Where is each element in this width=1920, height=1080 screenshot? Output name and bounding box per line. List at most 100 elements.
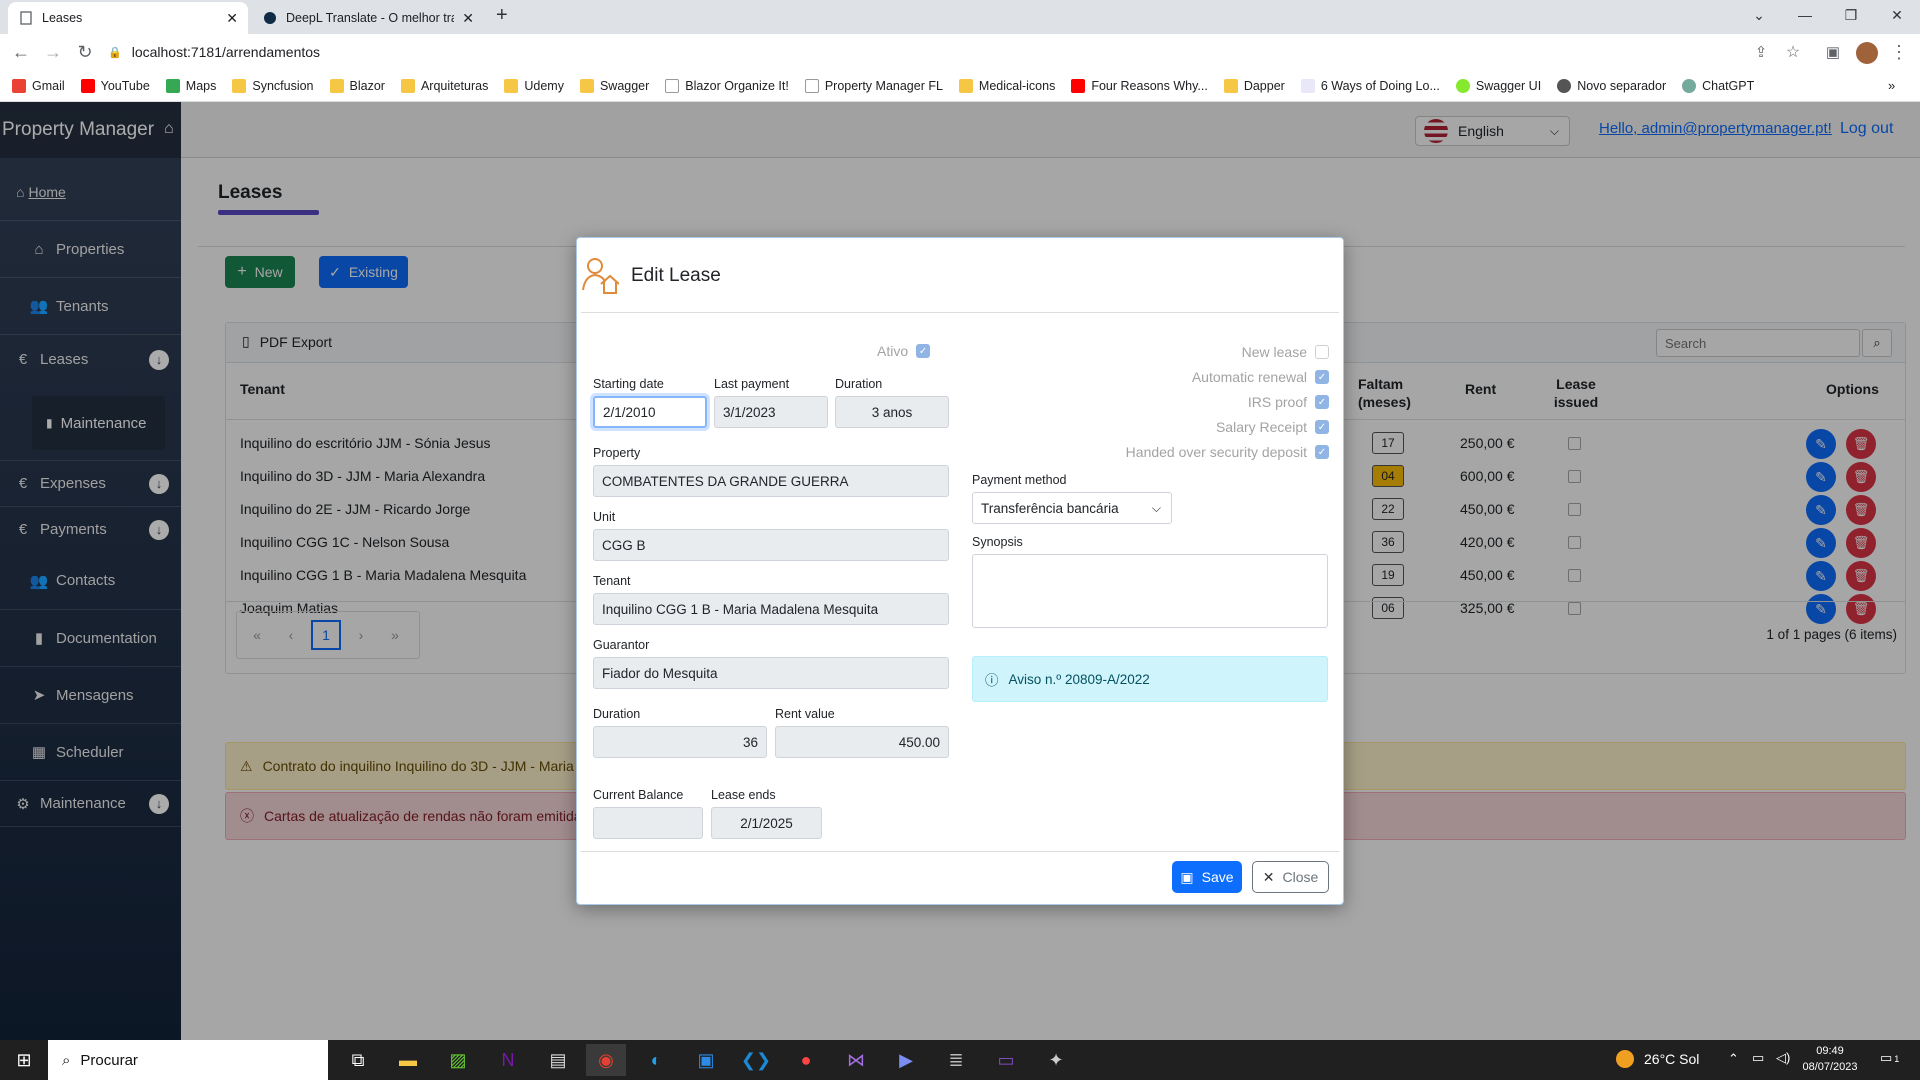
divider: [581, 312, 1339, 313]
bookmark-youtube[interactable]: YouTube: [80, 78, 150, 93]
check-icon: ✓: [1315, 445, 1329, 459]
bookmark-page[interactable]: 6 Ways of Doing Lo...: [1300, 78, 1440, 93]
bookmark-folder[interactable]: Blazor: [329, 78, 385, 93]
onenote-icon[interactable]: N: [488, 1044, 528, 1076]
property-input[interactable]: COMBATENTES DA GRANDE GUERRA: [593, 465, 949, 497]
profile-avatar[interactable]: [1856, 42, 1878, 64]
checkbox-box: [1315, 345, 1329, 359]
new-tab-button[interactable]: +: [496, 4, 508, 27]
starting-date-input[interactable]: 2/1/2010: [593, 396, 707, 428]
chrome-icon[interactable]: ◉: [586, 1044, 626, 1076]
minimize-icon[interactable]: —: [1782, 0, 1828, 30]
synopsis-textarea[interactable]: [972, 554, 1328, 628]
app-icon[interactable]: ●: [786, 1044, 826, 1076]
folder-icon: [504, 78, 519, 93]
duration-input[interactable]: 3 anos: [835, 396, 949, 428]
back-icon[interactable]: ←: [8, 40, 34, 64]
current-balance-label: Current Balance: [593, 788, 684, 802]
payment-method-select[interactable]: Transferência bancária ⌵: [972, 492, 1172, 524]
browser-tab-leases[interactable]: Leases ✕: [8, 2, 248, 34]
bookmark-maps[interactable]: Maps: [165, 78, 216, 93]
star-icon[interactable]: ☆: [1780, 40, 1806, 64]
close-icon[interactable]: ✕: [226, 10, 238, 27]
bookmark-swagger[interactable]: Swagger UI: [1455, 78, 1542, 93]
app-icon[interactable]: ▨: [438, 1044, 478, 1076]
lease-ends-label: Lease ends: [711, 788, 776, 802]
chrome-icon: [1557, 78, 1572, 93]
guarantor-input[interactable]: Fiador do Mesquita: [593, 657, 949, 689]
bookmark-youtube[interactable]: Four Reasons Why...: [1071, 78, 1208, 93]
app-icon[interactable]: ▶: [886, 1044, 926, 1076]
bookmark-folder[interactable]: Medical-icons: [958, 78, 1055, 93]
bookmark-label: Swagger UI: [1475, 78, 1542, 93]
last-payment-input[interactable]: 3/1/2023: [714, 396, 828, 428]
address-bar[interactable]: 🔒 localhost:7181/arrendamentos: [108, 38, 1808, 66]
more-bookmarks-icon[interactable]: »: [1888, 78, 1895, 93]
menu-icon[interactable]: ⋮: [1886, 40, 1912, 64]
page-icon: [18, 10, 34, 26]
duration-months-input[interactable]: 36: [593, 726, 767, 758]
button-label: Close: [1282, 869, 1319, 885]
close-button[interactable]: ✕ Close: [1252, 861, 1329, 893]
ativo-checkbox[interactable]: Ativo ✓: [877, 343, 931, 359]
weather-widget[interactable]: 26°C Sol: [1616, 1050, 1699, 1068]
chatgpt-icon: [1682, 78, 1697, 93]
taskbar-search[interactable]: ⌕ Procurar: [48, 1040, 328, 1080]
bookmark-label: YouTube: [100, 78, 150, 93]
bookmark-label: 6 Ways of Doing Lo...: [1320, 78, 1440, 93]
security-deposit-checkbox[interactable]: Handed over security deposit ✓: [1126, 443, 1329, 461]
bookmark-folder[interactable]: Arquiteturas: [400, 78, 488, 93]
sidepanel-icon[interactable]: ▣: [1820, 40, 1846, 64]
restore-icon[interactable]: ❐: [1828, 0, 1874, 30]
network-icon[interactable]: ▭: [1752, 1050, 1764, 1066]
checkbox-label: Salary Receipt: [1215, 419, 1307, 435]
bookmark-folder[interactable]: Swagger: [579, 78, 649, 93]
lease-flags: New lease Automatic renewal ✓ IRS proof ✓ …: [1126, 343, 1329, 461]
current-balance-input[interactable]: [593, 807, 703, 839]
notifications-icon[interactable]: ▭ 1: [1880, 1050, 1899, 1066]
automatic-renewal-checkbox[interactable]: Automatic renewal ✓: [1192, 368, 1329, 386]
edge-icon[interactable]: ◐: [636, 1044, 676, 1076]
tab-search-icon[interactable]: ⌄: [1736, 0, 1782, 30]
store-icon[interactable]: ▣: [686, 1044, 726, 1076]
bookmark-page[interactable]: Property Manager FL: [804, 78, 943, 93]
clock[interactable]: 09:49 08/07/2023: [1800, 1043, 1860, 1075]
lease-ends-input[interactable]: 2/1/2025: [711, 807, 822, 839]
window-close-icon[interactable]: ✕: [1874, 0, 1920, 30]
forward-icon[interactable]: →: [40, 40, 66, 64]
bookmark-gmail[interactable]: Gmail: [12, 78, 65, 93]
task-view-icon[interactable]: ⧉: [338, 1044, 378, 1076]
bookmark-page[interactable]: Blazor Organize It!: [665, 78, 789, 93]
file-explorer-icon[interactable]: ▬: [388, 1044, 428, 1076]
rent-value-input[interactable]: 450.00: [775, 726, 949, 758]
bookmark-folder[interactable]: Syncfusion: [232, 78, 314, 93]
bookmark-chatgpt[interactable]: ChatGPT: [1682, 78, 1754, 93]
unit-input[interactable]: CGG B: [593, 529, 949, 561]
tray-expand-icon[interactable]: ⌃: [1728, 1051, 1739, 1067]
vscode-icon[interactable]: ❮❯: [736, 1044, 776, 1076]
irs-proof-checkbox[interactable]: IRS proof ✓: [1248, 393, 1329, 411]
app-icon[interactable]: ▤: [538, 1044, 578, 1076]
close-icon[interactable]: ✕: [462, 10, 474, 27]
app-icon[interactable]: ✦: [1036, 1044, 1076, 1076]
page-icon: [804, 78, 819, 93]
windows-start-icon[interactable]: ⊞: [4, 1044, 44, 1076]
clock-time: 09:49: [1816, 1045, 1844, 1057]
new-lease-checkbox[interactable]: New lease: [1242, 343, 1329, 361]
bookmark-folder[interactable]: Udemy: [504, 78, 564, 93]
database-icon[interactable]: ≣: [936, 1044, 976, 1076]
browser-tab-deepl[interactable]: DeepL Translate - O melhor tradutor ✕: [252, 2, 484, 34]
volume-icon[interactable]: ◁): [1776, 1050, 1790, 1066]
save-button[interactable]: ▣ Save: [1172, 861, 1242, 893]
bookmark-page[interactable]: Novo separador: [1557, 78, 1666, 93]
browser-tab-strip: Leases ✕ DeepL Translate - O melhor trad…: [0, 0, 1920, 34]
youtube-icon: [80, 78, 95, 93]
share-icon[interactable]: ⇪: [1748, 40, 1774, 64]
terminal-icon[interactable]: ▭: [986, 1044, 1026, 1076]
reload-icon[interactable]: ↻: [72, 40, 98, 64]
visual-studio-icon[interactable]: ⋈: [836, 1044, 876, 1076]
sun-icon: [1616, 1050, 1634, 1068]
bookmark-folder[interactable]: Dapper: [1223, 78, 1285, 93]
salary-receipt-checkbox[interactable]: Salary Receipt ✓: [1216, 418, 1329, 436]
tenant-input[interactable]: Inquilino CGG 1 B - Maria Madalena Mesqu…: [593, 593, 949, 625]
